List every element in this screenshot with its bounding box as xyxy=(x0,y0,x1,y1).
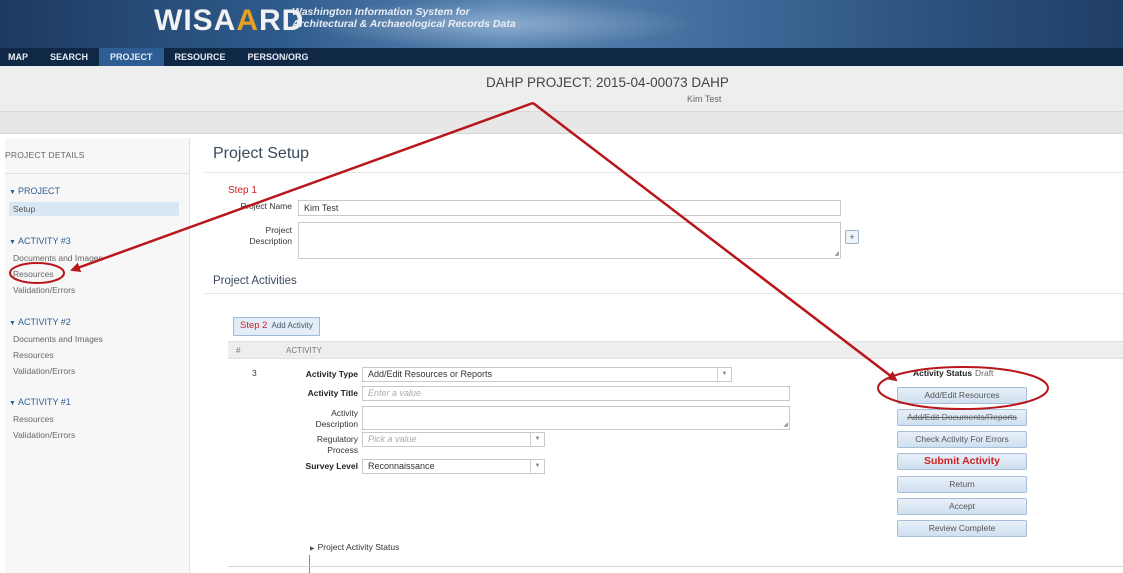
sidebar-section-label: ACTIVITY #2 xyxy=(17,317,71,327)
nav-project[interactable]: PROJECT xyxy=(99,48,164,66)
add-edit-resources-button[interactable]: Add/Edit Resources xyxy=(897,387,1027,404)
logo-accent: A xyxy=(236,4,259,37)
sidebar-heading: PROJECT DETAILS xyxy=(5,150,85,160)
caret-down-icon: ▼ xyxy=(9,189,16,196)
project-subtitle: Kim Test xyxy=(687,94,722,104)
activity-type-value: Add/Edit Resources or Reports xyxy=(368,369,493,379)
sidebar-item-a2-validation[interactable]: Validation/Errors xyxy=(13,366,75,376)
sidebar-section-activity-1[interactable]: ▼ ACTIVITY #1 xyxy=(9,397,71,407)
sidebar-item-a2-documents[interactable]: Documents and Images xyxy=(13,334,103,344)
sidebar-item-a3-documents[interactable]: Documents and Images xyxy=(13,253,103,263)
sidebar-item-setup[interactable]: Setup xyxy=(9,202,179,216)
regulatory-process-select[interactable]: Pick a value ▼ xyxy=(362,432,545,447)
check-errors-button[interactable]: Check Activity For Errors xyxy=(897,431,1027,448)
sidebar-item-a3-resources[interactable]: Resources xyxy=(13,269,54,279)
sidebar-item-a2-resources[interactable]: Resources xyxy=(13,350,54,360)
regulatory-label-1: Regulatory xyxy=(316,434,358,444)
project-activity-status-label: Project Activity Status xyxy=(317,542,400,552)
chevron-down-icon: ▼ xyxy=(530,433,544,446)
activity-status-value: Draft xyxy=(975,368,994,378)
sidebar-item-a1-resources[interactable]: Resources xyxy=(13,414,54,424)
resize-grip-icon[interactable]: ◢ xyxy=(834,250,839,257)
nav-person-org[interactable]: PERSON/ORG xyxy=(237,48,320,66)
row-number: 3 xyxy=(252,368,257,378)
caret-right-icon: ▶ xyxy=(310,546,315,552)
step-1-label: Step 1 xyxy=(228,185,257,196)
return-button[interactable]: Return xyxy=(897,476,1027,493)
activity-type-label: Activity Type xyxy=(305,369,358,379)
sidebar-section-label: ACTIVITY #3 xyxy=(17,236,71,246)
submit-activity-button[interactable]: Submit Activity xyxy=(897,453,1027,470)
step-2-label: Step 2 xyxy=(240,320,268,331)
page-title: Project Setup xyxy=(213,145,310,162)
sidebar-item-a1-validation[interactable]: Validation/Errors xyxy=(13,430,75,440)
activity-description-textarea[interactable]: ◢ xyxy=(362,406,790,430)
activity-type-select[interactable]: Add/Edit Resources or Reports ▼ xyxy=(362,367,732,382)
project-activity-status-toggle[interactable]: ▶ Project Activity Status xyxy=(310,542,399,552)
nav-map[interactable]: MAP xyxy=(0,48,39,66)
bottom-divider xyxy=(228,566,1123,567)
sidebar-item-a3-validation[interactable]: Validation/Errors xyxy=(13,285,75,295)
logo-text: WISA xyxy=(154,4,237,37)
top-nav: MAP SEARCH PROJECT RESOURCE PERSON/ORG xyxy=(0,48,1123,66)
activities-divider xyxy=(205,293,1123,294)
project-description-textarea[interactable]: ◢ xyxy=(298,222,841,259)
project-header: DAHP PROJECT: 2015-04-00073 DAHP Kim Tes… xyxy=(0,66,1123,112)
activity-table-header: # ACTIVITY xyxy=(228,341,1123,359)
banner-tagline: Washington Information System for Archit… xyxy=(292,6,516,30)
review-complete-button[interactable]: Review Complete xyxy=(897,520,1027,537)
activities-title: Project Activities xyxy=(213,275,297,287)
header-strip xyxy=(0,112,1123,134)
chevron-down-icon: ▼ xyxy=(717,368,731,381)
project-name-label: Project Name xyxy=(240,201,293,211)
caret-down-icon: ▼ xyxy=(9,320,16,327)
caret-down-icon: ▼ xyxy=(9,239,16,246)
col-number: # xyxy=(236,346,241,355)
survey-level-select[interactable]: Reconnaissance ▼ xyxy=(362,459,545,474)
project-name-input[interactable]: Kim Test xyxy=(298,200,841,216)
sidebar-divider xyxy=(5,173,190,174)
title-divider xyxy=(205,172,1123,173)
survey-level-label: Survey Level xyxy=(305,461,358,471)
sidebar-section-activity-3[interactable]: ▼ ACTIVITY #3 xyxy=(9,236,71,246)
sidebar-section-label: ACTIVITY #1 xyxy=(17,397,71,407)
activity-desc-label-1: Activity xyxy=(331,408,358,418)
tagline-line-1: Washington Information System for xyxy=(292,6,470,18)
regulatory-placeholder: Pick a value xyxy=(368,434,417,444)
col-activity: ACTIVITY xyxy=(286,346,323,355)
project-desc-label-2: Description xyxy=(249,236,292,246)
add-edit-documents-button[interactable]: Add/Edit Documents/Reports xyxy=(897,409,1027,426)
nav-resource[interactable]: RESOURCE xyxy=(164,48,237,66)
survey-level-value: Reconnaissance xyxy=(368,461,435,471)
sidebar-section-activity-2[interactable]: ▼ ACTIVITY #2 xyxy=(9,317,71,327)
activity-status-label: Activity Status xyxy=(913,368,973,378)
nav-search[interactable]: SEARCH xyxy=(39,48,99,66)
chevron-down-icon: ▼ xyxy=(530,460,544,473)
project-desc-label-1: Project xyxy=(265,225,292,235)
status-tree-line xyxy=(309,555,310,573)
activity-desc-label-2: Description xyxy=(315,419,358,429)
accept-button[interactable]: Accept xyxy=(897,498,1027,515)
tagline-line-2: Architectural & Archaeological Records D… xyxy=(292,18,516,30)
caret-down-icon: ▼ xyxy=(9,400,16,407)
resize-grip-icon[interactable]: ◢ xyxy=(783,421,788,428)
regulatory-label-2: Process xyxy=(327,445,358,455)
app-window: WISAARD Washington Information System fo… xyxy=(0,0,1123,573)
sidebar-section-project[interactable]: ▼ PROJECT xyxy=(9,186,60,196)
project-title: DAHP PROJECT: 2015-04-00073 DAHP xyxy=(486,75,729,90)
add-activity-label: Add Activity xyxy=(271,321,313,330)
wisaard-logo[interactable]: WISAARD xyxy=(154,4,304,38)
banner: WISAARD Washington Information System fo… xyxy=(0,0,1123,48)
activity-title-input[interactable]: Enter a value xyxy=(362,386,790,401)
add-activity-tab[interactable]: Step 2 Add Activity xyxy=(233,317,320,336)
sidebar-section-label: PROJECT xyxy=(17,186,60,196)
activity-title-label: Activity Title xyxy=(307,388,358,398)
expand-plus-button[interactable]: + xyxy=(845,230,859,244)
